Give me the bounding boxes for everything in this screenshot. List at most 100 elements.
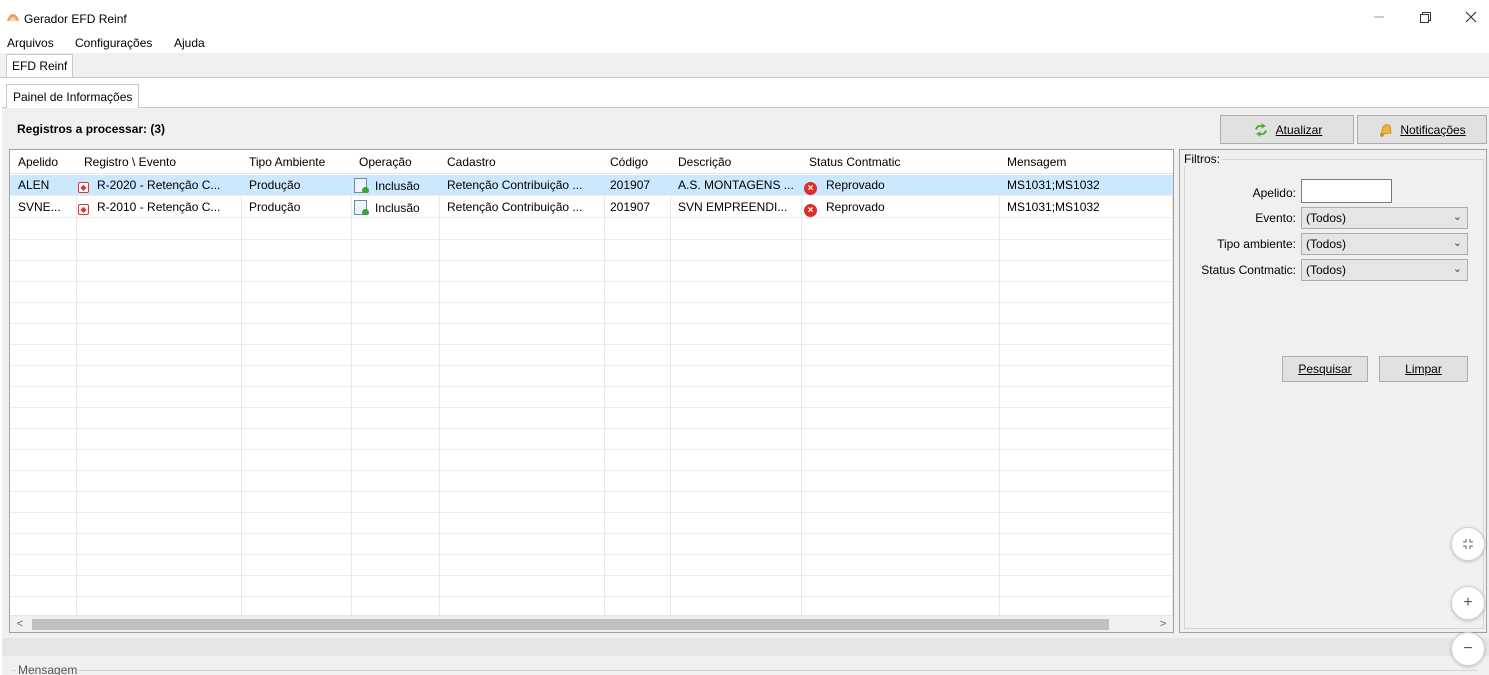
tab-painel-informacoes[interactable]: Painel de Informações (6, 84, 140, 108)
window-title: Gerador EFD Reinf (24, 12, 127, 26)
grid-header: Apelido Registro \ Evento Tipo Ambiente … (10, 150, 1173, 174)
restore-icon (1419, 11, 1431, 23)
empty-row (10, 240, 1173, 261)
menu-ajuda[interactable]: Ajuda (174, 36, 205, 50)
scroll-right-icon[interactable]: > (1155, 617, 1171, 632)
close-button[interactable] (1448, 0, 1489, 34)
empty-row (10, 576, 1173, 597)
menu-bar: Arquivos Configurações Ajuda (0, 34, 1489, 53)
atualizar-label: Atualizar (1275, 122, 1323, 137)
fit-screen-button[interactable] (1451, 527, 1485, 561)
cell-descricao: SVN EMPREENDI... (678, 200, 788, 214)
cell-cadastro: Retenção Contribuição ... (447, 200, 583, 214)
empty-row (10, 555, 1173, 576)
empty-row (10, 303, 1173, 324)
notificacoes-label: Notificações (1400, 122, 1466, 137)
cell-evento: ◆ R-2010 - Retenção C... (78, 200, 220, 215)
zoom-out-button[interactable]: − (1451, 632, 1485, 666)
ambiente-select[interactable]: (Todos) ⌄ (1301, 233, 1468, 255)
empty-row (10, 219, 1173, 240)
status-strip (2, 638, 1489, 656)
message-legend: Mensagem (16, 663, 80, 675)
empty-row (10, 366, 1173, 387)
empty-row (10, 471, 1173, 492)
filters-groupbox (1184, 159, 1484, 629)
empty-row (10, 324, 1173, 345)
collapse-icon (1463, 539, 1473, 549)
filters-legend: Filtros: (1182, 152, 1222, 166)
status-label: Status Contmatic: (1201, 263, 1296, 277)
menu-configuracoes[interactable]: Configurações (75, 36, 152, 50)
chevron-down-icon: ⌄ (1452, 211, 1462, 223)
close-icon (1465, 11, 1477, 23)
empty-row (10, 387, 1173, 408)
status-select[interactable]: (Todos) ⌄ (1301, 259, 1468, 281)
horizontal-scrollbar[interactable]: < > (10, 615, 1173, 632)
cell-status: × Reprovado (804, 178, 885, 195)
status-select-value: (Todos) (1306, 263, 1347, 277)
limpar-button[interactable]: Limpar (1379, 356, 1468, 382)
cell-status-text: Reprovado (826, 178, 885, 192)
cell-mensagem: MS1031;MS1032 (1007, 178, 1100, 192)
outer-tab-strip: EFD Reinf (0, 53, 1489, 77)
cell-cadastro: Retenção Contribuição ... (447, 178, 583, 192)
cell-operacao-text: Inclusão (375, 201, 420, 215)
atualizar-button[interactable]: Atualizar (1220, 115, 1354, 144)
tab-efd-reinf[interactable]: EFD Reinf (6, 54, 74, 77)
col-header-codigo[interactable]: Código (610, 155, 648, 169)
notificacoes-button[interactable]: Notificações (1357, 115, 1487, 144)
zoom-in-button[interactable]: + (1451, 586, 1485, 620)
section-title: Registros a processar: (3) (17, 122, 166, 136)
col-header-operacao[interactable]: Operação (359, 155, 412, 169)
table-row[interactable]: ALEN ◆ R-2020 - Retenção C... Produção In… (10, 175, 1173, 196)
menu-arquivos[interactable]: Arquivos (7, 36, 54, 50)
cell-apelido: ALEN (18, 178, 50, 192)
empty-row (10, 450, 1173, 471)
col-header-descricao[interactable]: Descrição (678, 155, 731, 169)
event-icon: ◆ (78, 182, 89, 193)
minimize-button[interactable] (1356, 0, 1402, 34)
empty-row (10, 513, 1173, 534)
cell-codigo: 201907 (610, 178, 651, 192)
ambiente-select-value: (Todos) (1306, 237, 1347, 251)
col-header-apelido[interactable]: Apelido (18, 155, 58, 169)
cell-apelido: SVNE... (18, 200, 61, 214)
scroll-left-icon[interactable]: < (12, 617, 28, 632)
cell-evento-text: R-2020 - Retenção C... (97, 178, 221, 192)
cell-descricao: A.S. MONTAGENS ... (678, 178, 794, 192)
chevron-down-icon: ⌄ (1452, 237, 1462, 249)
minimize-icon (1374, 16, 1384, 18)
title-bar: Gerador EFD Reinf (0, 0, 1489, 34)
apelido-label: Apelido: (1252, 186, 1296, 200)
records-grid[interactable]: Apelido Registro \ Evento Tipo Ambiente … (9, 149, 1174, 633)
cell-ambiente: Produção (249, 200, 301, 214)
table-row[interactable]: SVNE... ◆ R-2010 - Retenção C... Produção… (10, 197, 1173, 218)
col-header-ambiente[interactable]: Tipo Ambiente (249, 155, 325, 169)
cell-mensagem: MS1031;MS1032 (1007, 200, 1100, 214)
col-header-status[interactable]: Status Contmatic (809, 155, 900, 169)
empty-row (10, 408, 1173, 429)
minus-icon: − (1463, 640, 1473, 657)
pesquisar-label: Pesquisar (1298, 362, 1352, 376)
plus-icon: + (1463, 594, 1473, 611)
evento-select[interactable]: (Todos) ⌄ (1301, 207, 1468, 229)
evento-label: Evento: (1255, 211, 1296, 225)
cell-ambiente: Produção (249, 178, 301, 192)
cell-evento: ◆ R-2020 - Retenção C... (78, 178, 220, 193)
refresh-icon (1254, 122, 1267, 137)
cell-operacao: Inclusão (354, 178, 420, 193)
error-icon: × (804, 182, 817, 195)
col-header-evento[interactable]: Registro \ Evento (84, 155, 176, 169)
error-icon: × (804, 204, 817, 217)
col-header-cadastro[interactable]: Cadastro (447, 155, 496, 169)
event-icon: ◆ (78, 204, 89, 215)
evento-select-value: (Todos) (1306, 211, 1347, 225)
bell-icon (1380, 123, 1392, 137)
restore-button[interactable] (1402, 0, 1448, 34)
apelido-input[interactable] (1301, 179, 1392, 203)
col-header-mensagem[interactable]: Mensagem (1007, 155, 1066, 169)
pesquisar-button[interactable]: Pesquisar (1282, 356, 1368, 382)
cell-evento-text: R-2010 - Retenção C... (97, 200, 221, 214)
scroll-thumb[interactable] (32, 619, 1109, 630)
empty-row (10, 261, 1173, 282)
